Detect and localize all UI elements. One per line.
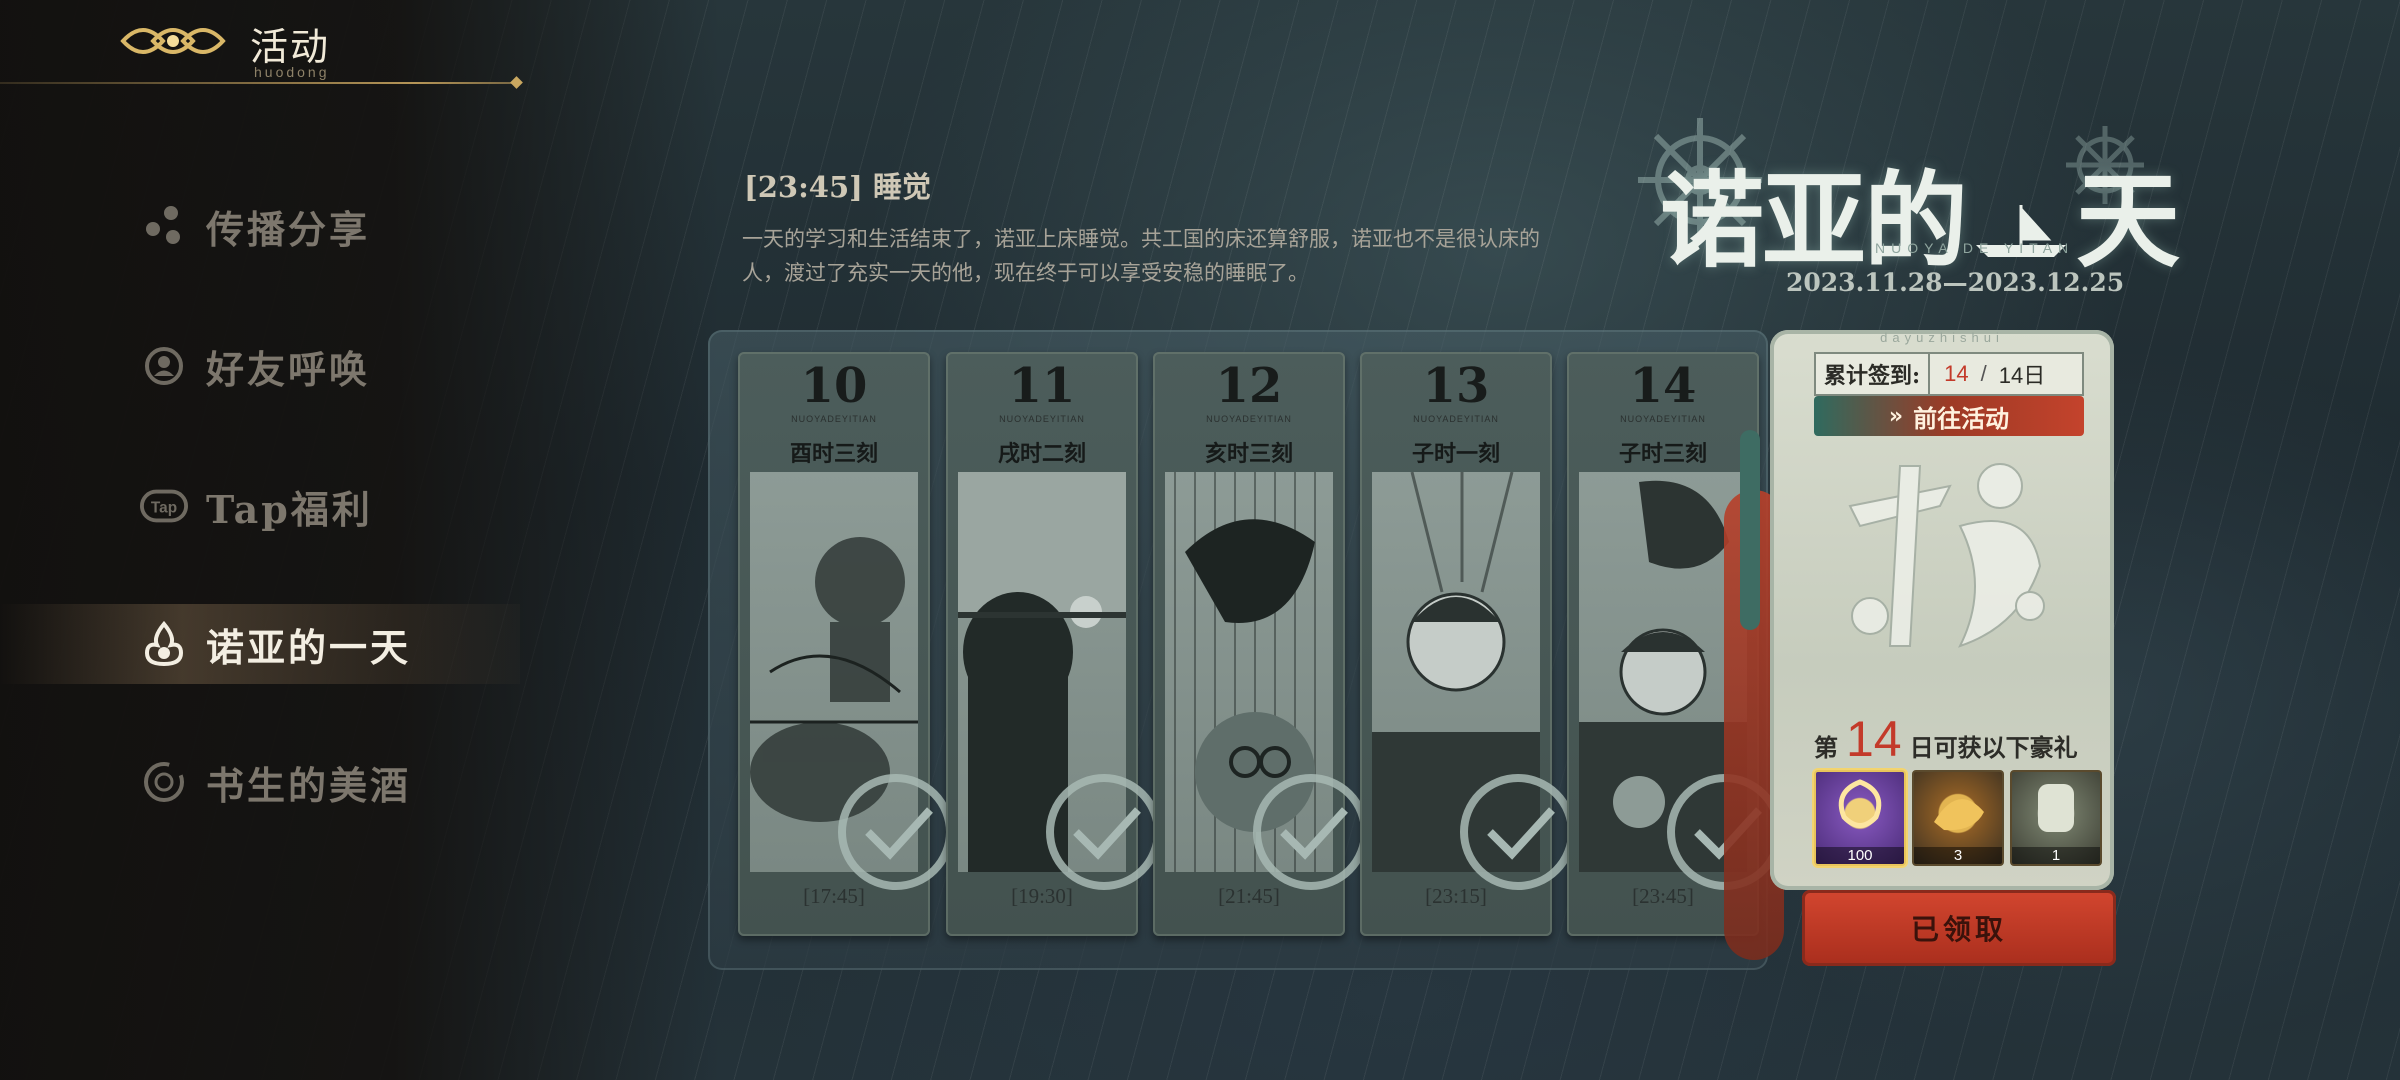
goto-event-label: 前往活动: [1913, 403, 2010, 433]
sidebar-item-tap[interactable]: Tap Tap福利: [140, 466, 560, 546]
ring-icon: [140, 758, 188, 806]
tap-icon: Tap: [140, 482, 188, 530]
reward-panel: dayuzhishui 累计签到: 14 / 14日 » 前往活动 第 14 日…: [1724, 330, 2116, 970]
reward-day: 14: [1846, 711, 1902, 767]
sidebar-item-label: 好友呼唤: [206, 346, 371, 392]
day-card-10[interactable]: 10 NUOYADEYITIAN 酉时三刻 [17:45]: [738, 352, 954, 936]
checkin-separator: /: [1980, 361, 1987, 386]
check-icon: [1253, 774, 1369, 890]
reward-suffix: 日可获以下豪礼: [1909, 733, 2078, 762]
reward-qty: 1: [2012, 847, 2100, 864]
card-day: 13: [1422, 358, 1490, 414]
sidebar-item-label: Tap福利: [206, 486, 373, 532]
reward-qty: 3: [1914, 847, 2002, 864]
page-header: 活动 huodong: [0, 0, 530, 89]
reward-paper: dayuzhishui 累计签到: 14 / 14日 » 前往活动 第 14 日…: [1770, 330, 2114, 890]
reward-item-jade[interactable]: 1: [2010, 770, 2102, 866]
card-day: 12: [1215, 358, 1283, 414]
event-date-range: 2023.11.28—2023.12.25: [1786, 268, 2125, 297]
friend-call-icon: [140, 342, 188, 390]
sidebar-item-label: 诺亚的一天: [206, 624, 412, 670]
purple-currency-icon: [1838, 779, 1882, 828]
card-pinyin: NUOYADEYITIAN: [1413, 414, 1499, 424]
check-icon: [838, 774, 954, 890]
sidebar-item-scholar-wine[interactable]: 书生的美酒: [140, 742, 560, 822]
card-period: 戌时二刻: [997, 441, 1086, 467]
entry-description: 一天的学习和生活结束了，诺亚上床睡觉。共工国的床还算舒服，诺亚也不是很认床的人，…: [742, 227, 1540, 285]
goto-event-button[interactable]: » 前往活动: [1814, 396, 2084, 436]
card-period: 子时三刻: [1618, 441, 1707, 467]
double-chevron-icon: »: [1888, 403, 1904, 429]
share-icon: [140, 202, 188, 250]
reward-items: 100 3 1: [1814, 770, 2102, 866]
banner-title: 诺亚的天: [1660, 159, 2180, 282]
reward-prefix: 第: [1814, 733, 1838, 762]
page-title: 活动: [250, 25, 331, 69]
entry-title: [23:45] 睡觉: [744, 170, 931, 204]
page-subtitle: huodong: [254, 64, 330, 80]
header-divider: [0, 82, 520, 84]
sidebar-item-share[interactable]: 传播分享: [140, 186, 560, 266]
checkin-label: 累计签到:: [1816, 354, 1931, 394]
panel-pinyin: dayuzhishui: [1880, 330, 2004, 345]
card-pinyin: NUOYADEYITIAN: [999, 414, 1085, 424]
reward-caption: 第 14 日可获以下豪礼: [1814, 710, 2094, 768]
card-pinyin: NUOYADEYITIAN: [791, 414, 877, 424]
sidebar-item-friend-call[interactable]: 好友呼唤: [140, 326, 560, 406]
checkin-total: 14日: [1998, 363, 2046, 388]
sidebar-item-label: 传播分享: [206, 206, 371, 252]
card-period: 酉时三刻: [789, 441, 878, 467]
claimed-button[interactable]: 已领取: [1802, 890, 2116, 966]
card-pinyin: NUOYADEYITIAN: [1206, 414, 1292, 424]
checkin-counter: 累计签到: 14 / 14日: [1814, 352, 2084, 396]
reward-item-purple-currency[interactable]: 100: [1814, 770, 1906, 866]
check-icon: [1046, 774, 1162, 890]
teal-ribbon-decoration: [1740, 430, 1760, 630]
checkin-current: 14: [1944, 361, 1969, 386]
card-period: 亥时三刻: [1204, 441, 1293, 467]
day-card-11[interactable]: 11 NUOYADEYITIAN 戌时二刻 [19:30]: [946, 352, 1162, 936]
card-pinyin: NUOYADEYITIAN: [1620, 414, 1706, 424]
jade-item-icon: [2038, 784, 2074, 832]
event-banner: 诺亚的天 NUOYA DE YITAN 2023.11.28—2023.12.2…: [1590, 100, 2180, 310]
card-day: 14: [1629, 358, 1697, 414]
sidebar-item-noah-day[interactable]: 诺亚的一天: [0, 604, 520, 684]
calligraphy-emblem: [1848, 463, 2045, 648]
card-day: 10: [800, 358, 868, 414]
card-period: 子时一刻: [1411, 441, 1500, 467]
reward-qty: 100: [1816, 847, 1904, 864]
logo-icon: [120, 28, 226, 54]
check-icon: [1460, 774, 1576, 890]
gold-item-icon: [1934, 799, 1984, 831]
sidebar-item-label: 书生的美酒: [206, 762, 412, 808]
card-day: 11: [1008, 358, 1076, 414]
banner-pinyin: NUOYA DE YITAN: [1875, 240, 2075, 256]
flame-icon: [140, 620, 188, 668]
day-card-12[interactable]: 12 NUOYADEYITIAN 亥时三刻 [21:45]: [1153, 352, 1369, 936]
reward-item-gold[interactable]: 3: [1912, 770, 2004, 866]
day-card-13[interactable]: 13 NUOYADEYITIAN 子时一刻 [23:15]: [1360, 352, 1576, 936]
svg-text:Tap: Tap: [151, 500, 177, 517]
